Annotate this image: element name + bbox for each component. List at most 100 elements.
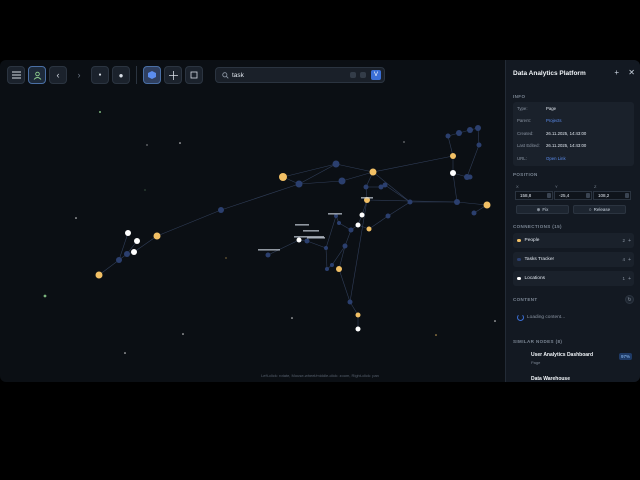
panel-title: Data Analytics Platform xyxy=(513,70,586,77)
graph-node[interactable] xyxy=(153,232,161,240)
graph-node[interactable] xyxy=(355,326,361,332)
refresh-icon[interactable]: ↻ xyxy=(625,295,634,304)
menu-button[interactable] xyxy=(7,66,25,84)
graph-edge xyxy=(387,201,411,217)
x-field[interactable]: 158,8 xyxy=(515,191,553,200)
category-dot-icon xyxy=(517,257,521,262)
info-key: Parent: xyxy=(517,118,531,124)
graph-node[interactable] xyxy=(279,173,287,181)
move-button[interactable] xyxy=(164,66,182,84)
graph-node[interactable] xyxy=(450,170,456,176)
graph-node[interactable] xyxy=(304,238,310,244)
graph-node[interactable] xyxy=(363,184,369,190)
info-key: Type: xyxy=(517,105,528,111)
parent-link[interactable]: Projects xyxy=(546,118,562,123)
pin-icon[interactable]: + xyxy=(614,68,619,77)
background-star xyxy=(225,257,227,259)
chevron-left-icon: ‹ xyxy=(56,70,60,80)
filter-button[interactable]: V xyxy=(371,70,381,80)
forward-button[interactable]: › xyxy=(70,66,88,84)
graph-node[interactable] xyxy=(218,207,224,213)
url-link[interactable]: Open Link xyxy=(546,156,566,161)
graph-node[interactable] xyxy=(116,257,122,263)
graph-node[interactable] xyxy=(382,182,388,188)
expand-icon[interactable]: + xyxy=(628,276,631,282)
graph-node[interactable] xyxy=(450,153,456,159)
back-button[interactable]: ‹ xyxy=(49,66,67,84)
graph-node[interactable] xyxy=(296,237,302,243)
graph-node[interactable] xyxy=(338,177,346,185)
large-node-button[interactable]: ● xyxy=(112,66,130,84)
graph-node[interactable] xyxy=(476,142,482,148)
graph-node[interactable] xyxy=(134,238,140,244)
graph-node[interactable] xyxy=(332,160,340,168)
graph-canvas[interactable] xyxy=(0,60,505,382)
y-field[interactable]: -25,4 xyxy=(554,191,592,200)
graph-node[interactable] xyxy=(337,221,341,225)
graph-node[interactable] xyxy=(407,199,413,205)
graph-node[interactable] xyxy=(369,168,377,176)
user-button[interactable] xyxy=(28,66,46,84)
connection-label: People xyxy=(524,238,540,243)
graph-node[interactable] xyxy=(475,125,481,131)
stepper-icon[interactable] xyxy=(625,193,629,198)
graph-node[interactable] xyxy=(467,127,473,133)
chevron-right-icon: › xyxy=(77,70,81,80)
cube-view-button[interactable] xyxy=(143,66,161,84)
graph-node[interactable] xyxy=(467,174,473,180)
graph-node[interactable] xyxy=(325,267,329,271)
close-icon[interactable]: ✕ xyxy=(628,68,635,77)
search-bar[interactable]: task V xyxy=(215,67,385,83)
y-label: Y xyxy=(555,184,558,189)
graph-node[interactable] xyxy=(348,227,354,233)
similar-title: Data Warehouse xyxy=(531,376,570,382)
large-dot-icon: ● xyxy=(118,70,124,80)
graph-node[interactable] xyxy=(456,130,462,136)
connections-heading: CONNECTIONS (15) xyxy=(513,224,562,229)
connection-locations[interactable]: Locations 1 + xyxy=(513,271,634,286)
graph-node[interactable] xyxy=(359,212,365,218)
connection-tasks-tracker[interactable]: Tasks Tracker 4 + xyxy=(513,252,634,267)
similar-type: Page xyxy=(531,360,541,365)
graph-node[interactable] xyxy=(483,201,491,209)
similar-heading: SIMILAR NODES (8) xyxy=(513,339,563,344)
stepper-icon[interactable] xyxy=(586,193,590,198)
graph-node[interactable] xyxy=(131,249,137,255)
background-star xyxy=(144,189,146,191)
graph-node[interactable] xyxy=(445,133,451,139)
graph-node[interactable] xyxy=(347,299,353,305)
graph-node[interactable] xyxy=(295,180,303,188)
graph-node[interactable] xyxy=(355,312,361,318)
graph-node[interactable] xyxy=(336,266,342,272)
graph-node[interactable] xyxy=(265,252,271,258)
graph-node[interactable] xyxy=(366,226,372,232)
graph-node[interactable] xyxy=(355,222,361,228)
similar-node[interactable]: User Analytics Dashboard Page 97% xyxy=(513,349,634,371)
background-star xyxy=(179,142,181,144)
graph-node[interactable] xyxy=(125,230,131,236)
graph-node[interactable] xyxy=(330,263,334,267)
graph-node[interactable] xyxy=(324,246,328,250)
graph-node[interactable] xyxy=(471,210,477,216)
frame-button[interactable] xyxy=(185,66,203,84)
connection-people[interactable]: People 2 + xyxy=(513,233,634,248)
expand-icon[interactable]: + xyxy=(628,257,631,263)
stepper-icon[interactable] xyxy=(547,193,551,198)
move-icon xyxy=(168,70,178,80)
similar-node[interactable]: Data Warehouse xyxy=(513,373,634,382)
graph-node[interactable] xyxy=(342,243,348,249)
expand-icon[interactable]: + xyxy=(628,238,631,244)
release-button[interactable]: ○ Release xyxy=(573,205,626,214)
z-field[interactable]: 108,2 xyxy=(593,191,631,200)
search-input[interactable]: task xyxy=(232,72,244,79)
spinner-icon xyxy=(517,314,524,321)
info-row: Last Edited: 26.11.2025, 14:43:00 xyxy=(513,140,634,153)
clear-key[interactable] xyxy=(350,72,356,78)
graph-edge xyxy=(344,229,352,247)
graph-node[interactable] xyxy=(124,251,130,257)
graph-node[interactable] xyxy=(95,271,103,279)
fix-button[interactable]: ⊕ Fix xyxy=(516,205,569,214)
graph-node[interactable] xyxy=(454,199,460,205)
graph-node[interactable] xyxy=(385,213,391,219)
small-node-button[interactable]: ● xyxy=(91,66,109,84)
